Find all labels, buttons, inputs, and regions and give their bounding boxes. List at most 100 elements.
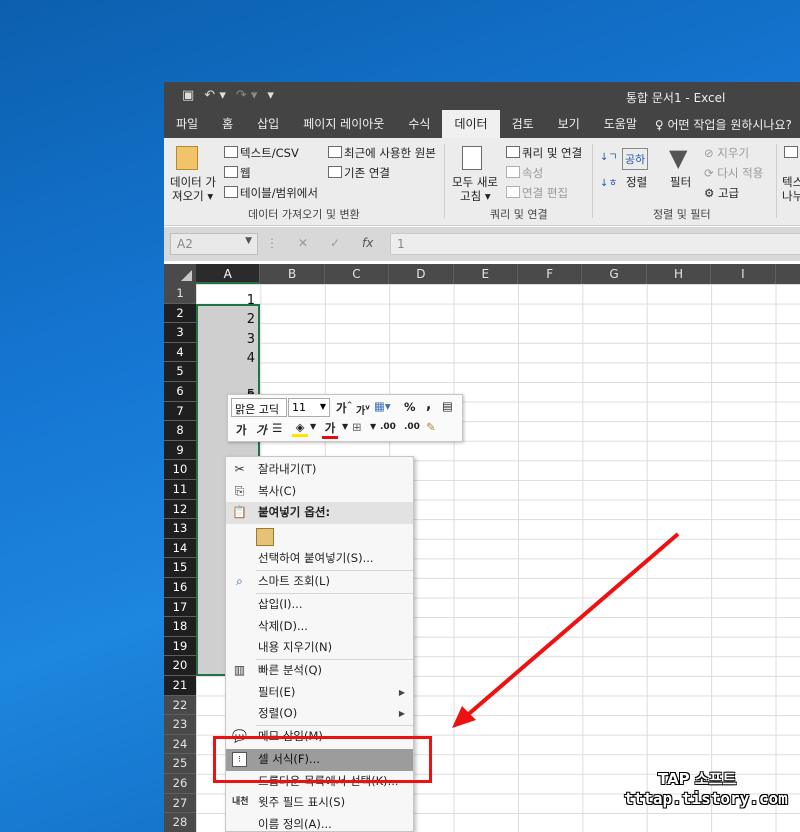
undo-icon[interactable]: ↶ ▾ (204, 88, 226, 103)
menu-item-filter[interactable]: 필터(E) ▶ (226, 682, 413, 704)
reapply-button[interactable]: ⟳ 다시 적용 (704, 165, 763, 181)
tell-me-box[interactable]: ♀ 어떤 작업을 원하시나요? (649, 116, 792, 133)
fill-color-icon[interactable]: ◈ (292, 420, 308, 437)
row-header-27[interactable]: 27 (164, 793, 196, 814)
cell-a3[interactable]: 2 (196, 310, 258, 330)
tab-home[interactable]: 홈 (210, 110, 245, 138)
row-header-28[interactable]: 28 (164, 813, 196, 832)
column-header-a[interactable]: A (196, 264, 261, 284)
chevron-down-icon[interactable]: ▼ (245, 236, 252, 246)
font-name-box[interactable]: 맑은 고딕 (231, 398, 287, 417)
column-header-e[interactable]: E (453, 264, 518, 284)
row-header-8[interactable]: 8 (164, 421, 196, 441)
sort-button[interactable]: 정렬 (626, 174, 647, 190)
name-box[interactable]: A2 ▼ (170, 233, 258, 255)
align-center-icon[interactable]: ☰ (272, 421, 282, 435)
tab-page-layout[interactable]: 페이지 레이아웃 (291, 110, 396, 138)
insert-function-icon[interactable]: fx (362, 236, 373, 250)
web-button[interactable]: 웹 (240, 165, 251, 181)
text-to-columns-button-line2[interactable]: 나누 (782, 188, 800, 204)
font-color-button[interactable]: 가 (322, 420, 338, 439)
cell-a4[interactable]: 3 (196, 330, 258, 350)
row-header-26[interactable]: 26 (164, 774, 196, 794)
edit-links-button[interactable]: 연결 편집 (522, 185, 568, 201)
row-header-7[interactable]: 7 (164, 401, 196, 422)
existing-connections-button[interactable]: 기존 연결 (344, 165, 390, 181)
row-header-6[interactable]: 6 (164, 382, 196, 402)
tab-review[interactable]: 검토 (500, 110, 546, 138)
menu-item-quick-analysis[interactable]: ▥ 빠른 분석(Q) (226, 660, 413, 682)
menu-item-insert[interactable]: 삽입(I)... (226, 594, 413, 616)
chevron-down-icon[interactable]: ▼ (310, 422, 316, 431)
row-header-12[interactable]: 12 (164, 499, 196, 520)
tab-data[interactable]: 데이터 (442, 110, 500, 138)
menu-item-smart-lookup[interactable]: ⌕ 스마트 조회(L) (226, 571, 413, 593)
cell-a5[interactable]: 4 (196, 349, 258, 369)
decrease-decimal-button[interactable]: .00 (404, 422, 420, 432)
formula-input[interactable]: 1 (390, 233, 800, 255)
row-header-23[interactable]: 23 (164, 715, 196, 735)
row-header-22[interactable]: 22 (164, 695, 196, 716)
column-header-c[interactable]: C (324, 264, 390, 284)
borders-icon[interactable]: ⊞ (352, 420, 362, 434)
row-header-24[interactable]: 24 (164, 734, 196, 755)
save-icon[interactable]: ▣ (182, 88, 194, 103)
cancel-icon[interactable]: ✕ (298, 236, 308, 250)
column-header-h[interactable]: H (646, 264, 712, 284)
tab-help[interactable]: 도움말 (592, 110, 649, 138)
increase-decimal-button[interactable]: .00 (380, 422, 396, 432)
get-data-button-line2[interactable]: 져오기 ▾ (172, 188, 213, 204)
row-header-5[interactable]: 5 (164, 362, 196, 382)
bold-button[interactable]: 가 (236, 422, 247, 438)
row-header-10[interactable]: 10 (164, 460, 196, 480)
font-size-box[interactable]: 11 ▼ (288, 398, 330, 417)
recent-sources-button[interactable]: 최근에 사용한 원본 (344, 145, 436, 161)
filter-button[interactable]: 필터 (670, 174, 691, 190)
clear-filter-button[interactable]: ⊘ 지우기 (704, 145, 749, 161)
chevron-down-icon[interactable]: ▼ (320, 402, 326, 411)
row-header-16[interactable]: 16 (164, 578, 196, 598)
queries-connections-button[interactable]: 쿼리 및 연결 (522, 145, 582, 161)
text-csv-button[interactable]: 텍스트/CSV (240, 145, 299, 161)
row-header-21[interactable]: 21 (164, 676, 196, 696)
row-header-1[interactable]: 1 (164, 284, 196, 304)
menu-item-delete[interactable]: 삭제(D)... (226, 616, 413, 638)
column-header-b[interactable]: B (260, 264, 325, 284)
row-header-14[interactable]: 14 (164, 538, 196, 559)
sort-az-icon[interactable]: ↓ㄱ (600, 148, 618, 163)
row-header-4[interactable]: 4 (164, 342, 196, 363)
tab-insert[interactable]: 삽입 (245, 110, 291, 138)
menu-item-paste-special[interactable]: 선택하여 붙여넣기(S)... (226, 548, 413, 570)
cell-a2[interactable]: 1 (196, 291, 258, 311)
row-header-15[interactable]: 15 (164, 558, 196, 578)
redo-icon[interactable]: ↷ ▾ (236, 88, 258, 103)
row-header-3[interactable]: 3 (164, 323, 196, 343)
chevron-down-icon[interactable]: ▼ (342, 422, 348, 431)
row-header-18[interactable]: 18 (164, 617, 196, 637)
menu-item-cut[interactable]: ✂ 잘라내기(T) (226, 459, 413, 481)
column-header-i[interactable]: I (711, 264, 776, 284)
tab-formulas[interactable]: 수식 (396, 110, 442, 138)
properties-button[interactable]: 속성 (522, 165, 543, 181)
sort-za-icon[interactable]: ↓ㅎ (600, 174, 618, 189)
refresh-all-button-line2[interactable]: 고침 ▾ (460, 188, 491, 204)
grow-font-button[interactable]: 가^ (336, 400, 352, 416)
format-painter-table-icon[interactable]: ▤ (442, 399, 453, 413)
row-header-13[interactable]: 13 (164, 519, 196, 539)
menu-item-sort[interactable]: 정렬(O) ▶ (226, 703, 413, 725)
chevron-down-icon[interactable]: ▼ (370, 422, 376, 431)
advanced-filter-button[interactable]: ⚙ 고급 (704, 185, 739, 201)
row-header-20[interactable]: 20 (164, 656, 196, 676)
column-header-d[interactable]: D (389, 264, 454, 284)
menu-item-define-name[interactable]: 이름 정의(A)... (226, 814, 413, 832)
menu-item-show-phonetic[interactable]: 내천 윗주 필드 표시(S) (226, 792, 413, 814)
select-all-corner[interactable] (164, 264, 196, 284)
italic-button[interactable]: 가 (256, 422, 267, 438)
column-header-g[interactable]: G (582, 264, 647, 284)
shrink-font-button[interactable]: 가v (356, 402, 370, 417)
cell-style-icon[interactable]: ▦▾ (374, 399, 391, 413)
row-header-2[interactable]: 2 (164, 303, 196, 324)
menu-item-clear-contents[interactable]: 내용 지우기(N) (226, 637, 413, 659)
format-painter-icon[interactable]: ✎ (426, 420, 436, 434)
comma-button[interactable]: , (426, 397, 431, 413)
